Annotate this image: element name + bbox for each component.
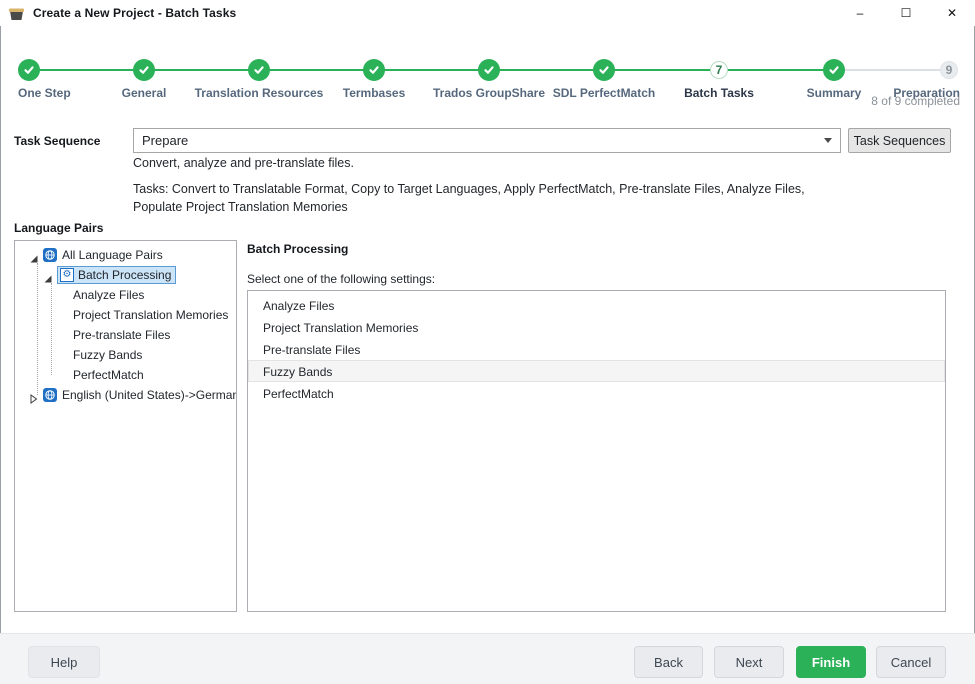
step-label: General xyxy=(122,86,167,100)
tree-item-analyze-files[interactable]: Analyze Files xyxy=(15,285,236,305)
expanded-triangle-icon[interactable] xyxy=(43,270,53,280)
back-button[interactable]: Back xyxy=(634,646,703,678)
tree-item-label: Analyze Files xyxy=(73,285,144,305)
tree-item-batch-processing[interactable]: ⚙ Batch Processing xyxy=(15,265,236,285)
list-item-fuzzy-bands[interactable]: Fuzzy Bands xyxy=(248,360,945,382)
tree-item-label: All Language Pairs xyxy=(62,245,163,265)
step-label: Summary xyxy=(807,86,862,100)
tree-item-label: PerfectMatch xyxy=(73,365,144,385)
minimize-button[interactable]: – xyxy=(837,0,883,26)
batch-processing-subtitle: Select one of the following settings: xyxy=(247,272,435,286)
close-button[interactable]: ✕ xyxy=(929,0,975,26)
task-sequence-description: Convert, analyze and pre-translate files… xyxy=(133,156,354,170)
check-icon xyxy=(593,59,615,81)
cancel-button[interactable]: Cancel xyxy=(876,646,946,678)
chevron-down-icon xyxy=(824,138,832,143)
step-label: Termbases xyxy=(343,86,405,100)
list-item-perfectmatch[interactable]: PerfectMatch xyxy=(248,382,945,404)
check-icon xyxy=(823,59,845,81)
step-label: Batch Tasks xyxy=(684,86,754,100)
list-item-project-translation-memories[interactable]: Project Translation Memories xyxy=(248,316,945,338)
expanded-triangle-icon[interactable] xyxy=(29,250,39,260)
check-icon xyxy=(133,59,155,81)
globe-icon xyxy=(43,388,57,402)
check-icon xyxy=(18,59,40,81)
step-label: One Step xyxy=(18,86,71,100)
tree-item-perfectmatch[interactable]: PerfectMatch xyxy=(15,365,236,385)
list-item-pre-translate-files[interactable]: Pre-translate Files xyxy=(248,338,945,360)
wizard-stepper: One Step General Translation Resources T… xyxy=(0,26,975,88)
task-sequence-combobox[interactable]: Prepare xyxy=(133,128,841,153)
tree-item-english-german[interactable]: English (United States)->German xyxy=(15,385,236,405)
progress-note: 8 of 9 completed xyxy=(871,94,960,108)
tree-item-label: Fuzzy Bands xyxy=(73,345,142,365)
check-icon xyxy=(363,59,385,81)
title-bar: Create a New Project - Batch Tasks – ☐ ✕ xyxy=(0,0,975,26)
task-sequence-value: Prepare xyxy=(142,133,188,148)
globe-icon xyxy=(43,248,57,262)
step-label: Translation Resources xyxy=(195,86,324,100)
step-number-badge: 9 xyxy=(940,61,958,79)
maximize-button[interactable]: ☐ xyxy=(883,0,929,26)
tree-item-fuzzy-bands[interactable]: Fuzzy Bands xyxy=(15,345,236,365)
batch-processing-title: Batch Processing xyxy=(247,242,348,256)
selected-tree-item: ⚙ Batch Processing xyxy=(57,266,176,284)
collapsed-triangle-icon[interactable] xyxy=(29,390,39,400)
finish-button[interactable]: Finish xyxy=(796,646,866,678)
stepper-track-remaining xyxy=(834,69,949,71)
tree-item-project-translation-memories[interactable]: Project Translation Memories xyxy=(15,305,236,325)
help-button[interactable]: Help xyxy=(28,646,100,678)
settings-list[interactable]: Analyze Files Project Translation Memori… xyxy=(247,290,946,612)
task-sequence-label: Task Sequence xyxy=(14,134,100,148)
app-icon xyxy=(8,6,25,21)
step-number-badge: 7 xyxy=(710,61,728,79)
check-icon xyxy=(478,59,500,81)
gear-icon: ⚙ xyxy=(60,268,74,282)
list-item-analyze-files[interactable]: Analyze Files xyxy=(248,294,945,316)
tree-item-label: English (United States)->German xyxy=(62,385,237,405)
task-sequence-tasks-list: Tasks: Convert to Translatable Format, C… xyxy=(133,180,825,216)
window-title: Create a New Project - Batch Tasks xyxy=(33,6,236,20)
step-label: Trados GroupShare xyxy=(433,86,545,100)
tree-item-label: Batch Processing xyxy=(78,265,171,285)
tree-item-all-language-pairs[interactable]: All Language Pairs xyxy=(15,245,236,265)
tree-item-label: Project Translation Memories xyxy=(73,305,228,325)
footer-bar: Help Back Next Finish Cancel xyxy=(0,633,975,684)
next-button[interactable]: Next xyxy=(714,646,784,678)
tree-item-label: Pre-translate Files xyxy=(73,325,170,345)
language-pairs-label: Language Pairs xyxy=(14,221,103,235)
language-pairs-tree[interactable]: All Language Pairs ⚙ Batch Processing An… xyxy=(14,240,237,612)
tree-item-pre-translate-files[interactable]: Pre-translate Files xyxy=(15,325,236,345)
task-sequences-button[interactable]: Task Sequences xyxy=(848,128,951,153)
step-label: SDL PerfectMatch xyxy=(553,86,655,100)
check-icon xyxy=(248,59,270,81)
